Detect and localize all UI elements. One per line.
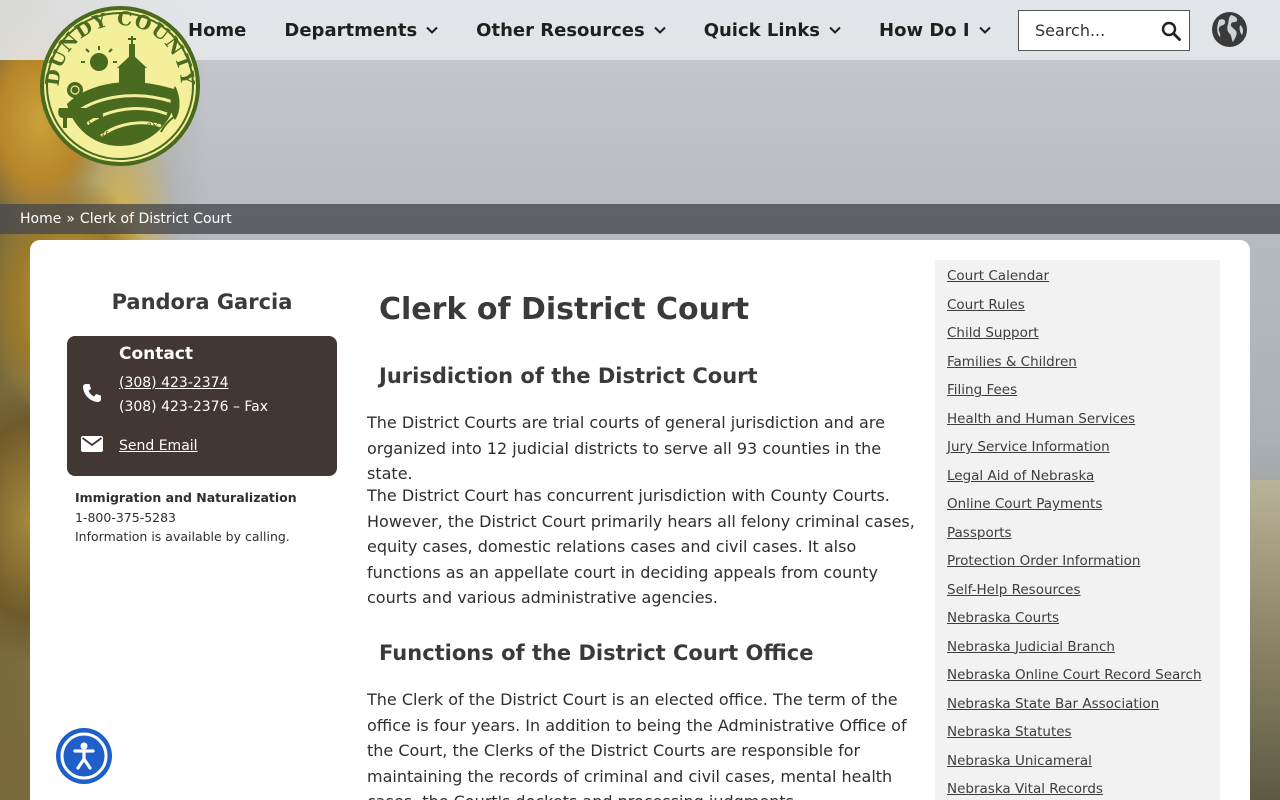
send-email-link[interactable]: Send Email: [119, 438, 198, 454]
breadcrumb: Home » Clerk of District Court: [0, 204, 1280, 234]
nav-label: How Do I: [879, 19, 970, 41]
breadcrumb-current: Clerk of District Court: [79, 211, 232, 227]
related-link[interactable]: Self-Help Resources: [947, 580, 1220, 609]
immigration-heading: Immigration and Naturalization: [75, 490, 297, 505]
page-title: Clerk of District Court: [379, 292, 750, 327]
nav-label: Departments: [284, 19, 418, 41]
related-link[interactable]: Nebraska Online Court Record Search: [947, 665, 1220, 694]
related-link[interactable]: Online Court Payments: [947, 494, 1220, 523]
nav-item-other-resources[interactable]: Other Resources: [476, 20, 666, 41]
related-link[interactable]: Protection Order Information: [947, 551, 1220, 580]
nav-label: Quick Links: [703, 19, 821, 41]
contact-sidebar: Pandora Garcia Contact (308) 423-2374 (3…: [67, 240, 337, 547]
related-link[interactable]: Families & Children: [947, 352, 1220, 381]
phone-link[interactable]: (308) 423-2374: [119, 375, 229, 391]
breadcrumb-separator: »: [66, 211, 75, 227]
official-name: Pandora Garcia: [111, 290, 293, 314]
related-link[interactable]: Nebraska Courts: [947, 608, 1220, 637]
related-link[interactable]: Health and Human Services: [947, 409, 1220, 438]
main-nav: Home Departments Other Resources Quick L…: [188, 0, 1029, 60]
nav-label: Other Resources: [476, 19, 645, 41]
related-link[interactable]: Nebraska Unicameral: [947, 751, 1220, 780]
contact-heading: Contact: [119, 344, 194, 364]
related-link[interactable]: Nebraska Vital Records: [947, 779, 1220, 800]
fax-number: (308) 423-2376 – Fax: [119, 399, 269, 415]
search-input[interactable]: [1035, 21, 1153, 40]
related-link[interactable]: Legal Aid of Nebraska: [947, 466, 1220, 495]
content-card: Pandora Garcia Contact (308) 423-2374 (3…: [30, 240, 1250, 800]
related-link[interactable]: Jury Service Information: [947, 437, 1220, 466]
accessibility-icon[interactable]: [56, 728, 112, 784]
search-icon[interactable]: [1161, 21, 1181, 41]
section-heading-jurisdiction: Jurisdiction of the District Court: [379, 364, 758, 388]
related-link[interactable]: Court Rules: [947, 295, 1220, 324]
paragraph-functions: The Clerk of the District Court is an el…: [367, 690, 907, 800]
chevron-down-icon: [829, 26, 841, 34]
chevron-down-icon: [653, 26, 666, 34]
related-link[interactable]: Nebraska Judicial Branch: [947, 637, 1220, 666]
search-box: [1018, 10, 1190, 51]
county-seal-logo[interactable]: DUNDY COUNTY ESTABLISHED 1884: [37, 4, 203, 168]
paragraph-jurisdiction-1: The District Courts are trial courts of …: [367, 413, 885, 483]
phone-icon: [83, 384, 101, 402]
related-link[interactable]: Filing Fees: [947, 380, 1220, 409]
chevron-down-icon: [426, 26, 438, 34]
related-link[interactable]: Court Calendar: [947, 266, 1220, 295]
globe-icon[interactable]: [1211, 11, 1248, 48]
immigration-phone: 1-800-375-5283: [75, 509, 177, 525]
related-link[interactable]: Child Support: [947, 323, 1220, 352]
related-links-sidebar: Court Calendar Court Rules Child Support…: [935, 260, 1220, 800]
related-link[interactable]: Passports: [947, 523, 1220, 552]
nav-item-quick-links[interactable]: Quick Links: [704, 20, 841, 41]
immigration-note: Information is available by calling.: [75, 529, 290, 544]
nav-item-departments[interactable]: Departments: [284, 20, 438, 41]
email-icon: [81, 436, 103, 452]
breadcrumb-home-link[interactable]: Home: [20, 211, 61, 227]
related-link[interactable]: Nebraska State Bar Association: [947, 694, 1220, 723]
paragraph-jurisdiction-2: The District Court has concurrent jurisd…: [367, 486, 915, 607]
nav-item-how-do-i[interactable]: How Do I: [879, 20, 991, 41]
immigration-info: Immigration and Naturalization 1-800-375…: [67, 488, 337, 547]
section-heading-functions: Functions of the District Court Office: [379, 641, 814, 665]
chevron-down-icon: [978, 26, 991, 34]
contact-box: Contact (308) 423-2374 (308) 423-2376 – …: [67, 336, 337, 476]
related-link[interactable]: Nebraska Statutes: [947, 722, 1220, 751]
